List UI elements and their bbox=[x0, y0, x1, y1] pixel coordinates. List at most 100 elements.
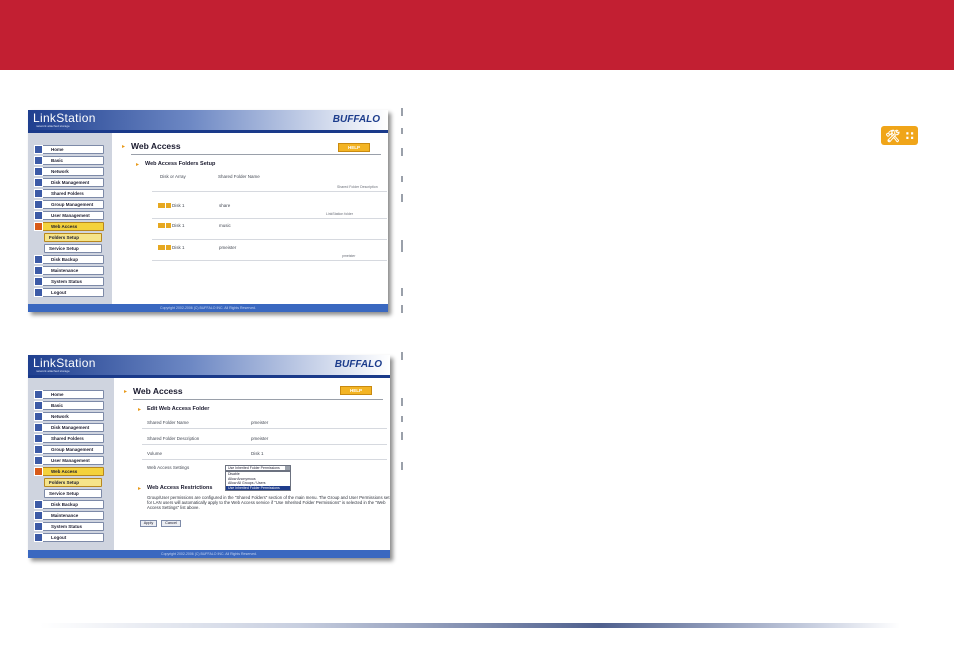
dots-icon: ∷ bbox=[905, 128, 914, 143]
row-folder-desc: LinkStation folder bbox=[326, 212, 354, 216]
arrow-icon: ▸ bbox=[124, 389, 128, 395]
backup-icon bbox=[34, 255, 43, 264]
network-icon bbox=[34, 412, 43, 421]
nav-logout[interactable]: Logout bbox=[34, 288, 104, 297]
group-icon bbox=[34, 200, 43, 209]
row-folder-name: pmeister bbox=[219, 245, 237, 250]
nav-folders-setup[interactable]: Folders Setup bbox=[44, 233, 102, 242]
nav-user-management[interactable]: User Management bbox=[34, 456, 104, 465]
arrow-icon: ▸ bbox=[122, 144, 126, 150]
page-title: Web Access bbox=[131, 141, 181, 151]
nav-disk-backup[interactable]: Disk Backup bbox=[34, 500, 104, 509]
row-folder-name: share bbox=[219, 203, 231, 208]
page-banner bbox=[0, 0, 954, 70]
arrow-icon: ▸ bbox=[138, 407, 142, 413]
status-icon bbox=[34, 522, 43, 531]
group-icon bbox=[34, 445, 43, 454]
nav-system-status[interactable]: System Status bbox=[34, 522, 104, 531]
nav-home[interactable]: Home bbox=[34, 145, 104, 154]
nav-group-management[interactable]: Group Management bbox=[34, 200, 104, 209]
col-header-desc: Shared Folder Description bbox=[337, 185, 378, 189]
logo-tagline: network attached storage bbox=[36, 369, 70, 373]
basic-icon bbox=[34, 156, 43, 165]
nav-folders-setup[interactable]: Folders Setup bbox=[44, 478, 102, 487]
edit-folder-icon[interactable] bbox=[158, 245, 171, 250]
nav-service-setup[interactable]: Service Setup bbox=[44, 244, 102, 253]
nav-basic[interactable]: Basic bbox=[34, 156, 104, 165]
row-folder-name: music bbox=[219, 223, 231, 228]
home-icon bbox=[34, 390, 43, 399]
buffalo-logo: BUFFALO bbox=[332, 114, 380, 125]
screenshot-edit-folder: LinkStation network attached storage BUF… bbox=[28, 355, 390, 558]
web-icon bbox=[34, 222, 43, 231]
nav-web-access[interactable]: Web Access bbox=[34, 222, 104, 231]
arrow-icon: ▸ bbox=[136, 162, 140, 168]
nav-shared-folders[interactable]: Shared Folders bbox=[34, 434, 104, 443]
field-value-volume: Disk 1 bbox=[251, 451, 264, 456]
nav-maintenance[interactable]: Maintenance bbox=[34, 266, 104, 275]
nav-network[interactable]: Network bbox=[34, 167, 104, 176]
help-button[interactable]: HELP bbox=[338, 143, 370, 152]
logout-icon bbox=[34, 533, 43, 542]
logo-tagline: network attached storage bbox=[36, 124, 70, 128]
nav-maintenance[interactable]: Maintenance bbox=[34, 511, 104, 520]
linkstation-logo: LinkStation bbox=[33, 356, 96, 370]
nav-service-setup[interactable]: Service Setup bbox=[44, 489, 102, 498]
nav-shared-folders[interactable]: Shared Folders bbox=[34, 189, 104, 198]
col-header-disk: Disk or Array bbox=[160, 174, 186, 179]
title-rule bbox=[131, 154, 381, 155]
disk-icon bbox=[34, 423, 43, 432]
app-header: LinkStation network attached storage BUF… bbox=[28, 355, 390, 375]
row-folder-desc: pmeister bbox=[342, 254, 356, 258]
folder-icon bbox=[34, 434, 43, 443]
edit-folder-icon[interactable] bbox=[158, 223, 171, 228]
content-area: ▸ Web Access HELP ▸ Edit Web Access Fold… bbox=[114, 378, 390, 550]
chevron-down-icon[interactable] bbox=[285, 466, 290, 470]
screenshot-folders-list: LinkStation network attached storage BUF… bbox=[28, 110, 388, 312]
row-disk: Disk 1 bbox=[172, 223, 185, 228]
field-value-name: pmeister bbox=[251, 420, 269, 425]
apply-button[interactable]: Apply bbox=[140, 520, 157, 527]
network-icon bbox=[34, 167, 43, 176]
basic-icon bbox=[34, 401, 43, 410]
edit-folder-icon[interactable] bbox=[158, 203, 171, 208]
field-label: Volume bbox=[147, 451, 163, 456]
maintenance-icon bbox=[34, 511, 43, 520]
folder-icon bbox=[34, 189, 43, 198]
nav-user-management[interactable]: User Management bbox=[34, 211, 104, 220]
nav-logout[interactable]: Logout bbox=[34, 533, 104, 542]
help-button[interactable]: HELP bbox=[340, 386, 372, 395]
content-area: ▸ Web Access HELP ▸ Web Access Folders S… bbox=[112, 133, 388, 304]
app-header: LinkStation network attached storage BUF… bbox=[28, 110, 388, 130]
restrictions-text: Group/User permissions are configured in… bbox=[147, 495, 390, 510]
nav-disk-management[interactable]: Disk Management bbox=[34, 423, 104, 432]
logout-icon bbox=[34, 288, 43, 297]
nav-home[interactable]: Home bbox=[34, 390, 104, 399]
nav-web-access[interactable]: Web Access bbox=[34, 467, 104, 476]
web-access-settings-options: Disable Allow Anonymous Allow All Groups… bbox=[225, 471, 291, 491]
cancel-button[interactable]: Cancel bbox=[161, 520, 181, 527]
title-rule bbox=[133, 399, 383, 400]
nav-disk-backup[interactable]: Disk Backup bbox=[34, 255, 104, 264]
option-selected[interactable]: Use Inherited Folder Permissions bbox=[226, 485, 290, 490]
nav-network[interactable]: Network bbox=[34, 412, 104, 421]
col-header-name: Shared Folder Name bbox=[218, 174, 260, 179]
nav-disk-management[interactable]: Disk Management bbox=[34, 178, 104, 187]
disk-icon bbox=[34, 178, 43, 187]
row-disk: Disk 1 bbox=[172, 203, 185, 208]
row-disk: Disk 1 bbox=[172, 245, 185, 250]
user-icon bbox=[34, 456, 43, 465]
field-value-description: pmeister bbox=[251, 436, 269, 441]
field-label: Shared Folder Description bbox=[147, 436, 200, 441]
sidebar: Home Basic Network Disk Management Share… bbox=[28, 378, 114, 550]
wrench-icon: 🛠︎ bbox=[885, 128, 901, 143]
maintenance-icon bbox=[34, 266, 43, 275]
status-icon bbox=[34, 277, 43, 286]
nav-system-status[interactable]: System Status bbox=[34, 277, 104, 286]
field-label: Web Access Settings bbox=[147, 465, 190, 470]
nav-group-management[interactable]: Group Management bbox=[34, 445, 104, 454]
nav-basic[interactable]: Basic bbox=[34, 401, 104, 410]
restrictions-title: Web Access Restrictions bbox=[147, 485, 213, 491]
home-icon bbox=[34, 145, 43, 154]
sidebar: Home Basic Network Disk Management Share… bbox=[28, 133, 112, 304]
